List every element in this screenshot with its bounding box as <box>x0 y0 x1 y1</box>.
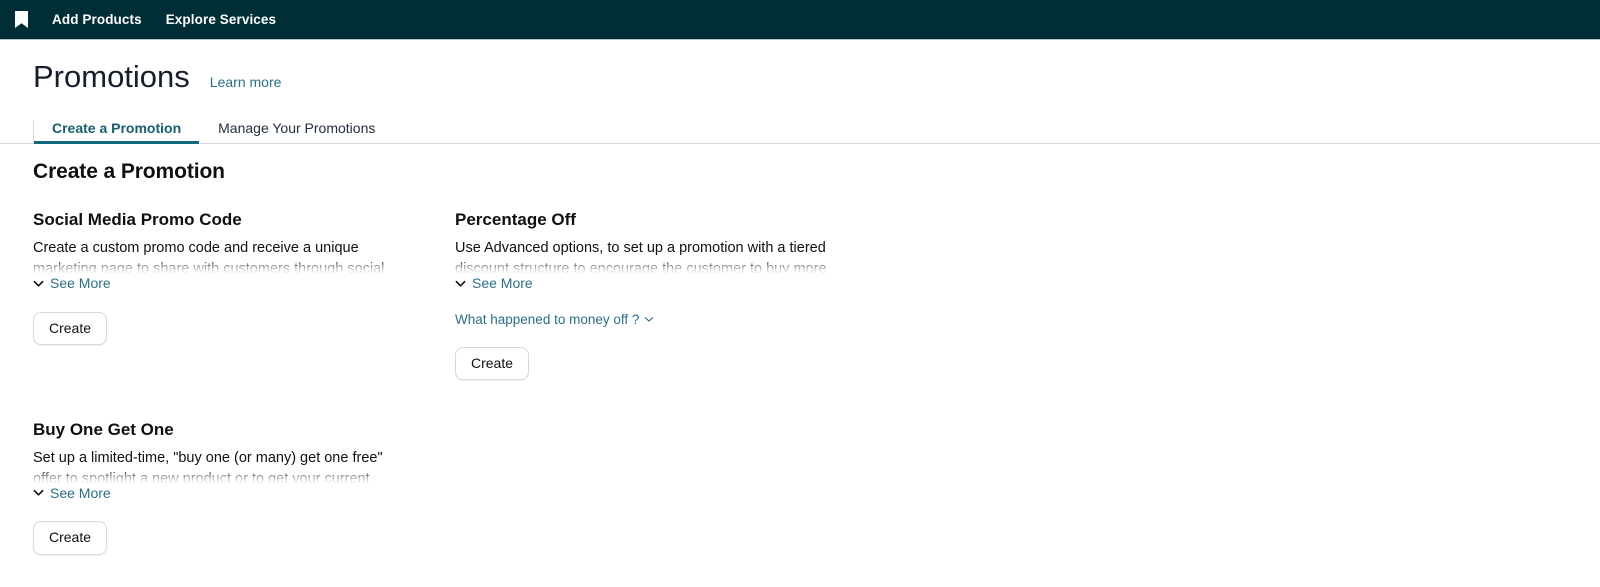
promotion-card-percentage-off-column: Percentage Off Use Advanced options, to … <box>455 210 877 412</box>
promotion-card-social-media-promo-code: Social Media Promo Code Create a custom … <box>33 210 455 345</box>
nav-item-add-products[interactable]: Add Products <box>52 12 142 27</box>
promotion-card-percentage-off: Percentage Off Use Advanced options, to … <box>455 210 877 380</box>
tab-manage-your-promotions[interactable]: Manage Your Promotions <box>200 120 393 144</box>
page-header: Promotions Learn more <box>0 40 1600 94</box>
chevron-down-icon <box>33 487 44 498</box>
money-off-info-label: What happened to money off ? <box>455 311 640 327</box>
tab-create-a-promotion[interactable]: Create a Promotion <box>33 120 201 145</box>
promotion-card-buy-one-get-one: Buy One Get One Set up a limited-time, "… <box>33 420 455 555</box>
promotion-card-buy-one-get-one-column: Buy One Get One Set up a limited-time, "… <box>33 420 455 587</box>
see-more-label: See More <box>472 275 533 292</box>
section-title: Create a Promotion <box>33 160 225 184</box>
see-more-toggle[interactable]: See More <box>33 275 111 291</box>
create-button[interactable]: Create <box>455 346 530 380</box>
card-title: Social Media Promo Code <box>33 210 242 230</box>
tab-bar: Create a Promotion Manage Your Promotion… <box>0 112 1600 145</box>
learn-more-link[interactable]: Learn more <box>210 74 282 90</box>
create-button[interactable]: Create <box>33 311 108 345</box>
money-off-info-toggle[interactable]: What happened to money off ? <box>455 312 655 327</box>
chevron-down-icon <box>33 278 44 289</box>
card-description: Create a custom promo code and receive a… <box>33 240 385 275</box>
promotion-card-social-media-promo-code-column: Social Media Promo Code Create a custom … <box>33 210 455 412</box>
nav-item-explore-services[interactable]: Explore Services <box>166 12 276 27</box>
see-more-label: See More <box>50 484 111 501</box>
card-description: Set up a limited-time, "buy one (or many… <box>33 449 383 484</box>
see-more-toggle[interactable]: See More <box>455 275 533 291</box>
see-more-toggle[interactable]: See More <box>33 485 111 501</box>
bookmark-icon[interactable] <box>8 9 34 31</box>
main-content: Create a Promotion Social Media Promo Co… <box>0 144 1600 587</box>
create-button[interactable]: Create <box>33 521 108 555</box>
promotion-card-grid: Social Media Promo Code Create a custom … <box>33 210 933 587</box>
see-more-label: See More <box>50 275 111 292</box>
chevron-down-icon <box>644 314 655 325</box>
top-navigation-bar: Add Products Explore Services <box>0 0 1600 40</box>
chevron-down-icon <box>455 278 466 289</box>
card-title: Buy One Get One <box>33 419 174 439</box>
card-description: Use Advanced options, to set up a promot… <box>455 240 827 275</box>
grid-row-spacer <box>33 412 933 420</box>
page-title: Promotions <box>33 59 190 94</box>
card-title: Percentage Off <box>455 210 576 230</box>
